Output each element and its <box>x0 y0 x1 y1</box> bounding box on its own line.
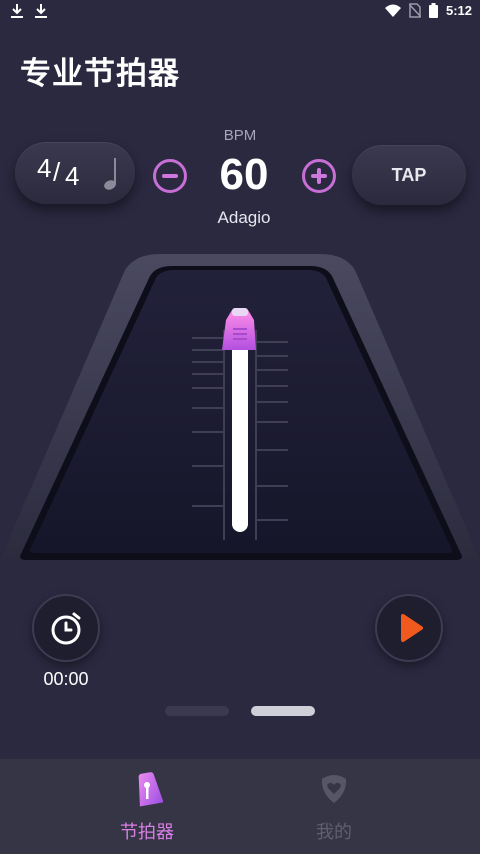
stopwatch-icon <box>51 612 81 645</box>
bottom-nav: 节拍器 我的 <box>0 759 480 854</box>
timer-text: 00:00 <box>43 669 89 689</box>
page-indicator-2[interactable] <box>251 706 315 716</box>
timer-button[interactable] <box>32 594 100 662</box>
bpm-label: BPM <box>223 127 257 144</box>
nav-label-mine: 我的 <box>316 822 352 842</box>
wifi-icon <box>384 4 401 17</box>
play-icon <box>401 614 423 642</box>
nav-item-mine[interactable]: 我的 <box>214 759 454 854</box>
status-time: 5:12 <box>445 3 472 18</box>
download-icon <box>11 4 23 18</box>
battery-icon <box>428 3 438 18</box>
status-bar: 5:12 <box>0 0 480 24</box>
pendulum-rod <box>232 336 248 532</box>
tap-tempo-button[interactable]: TAP <box>352 145 466 205</box>
metronome-icon <box>138 772 163 807</box>
metronome-body <box>0 254 480 560</box>
page-title: 专业节拍器 <box>20 56 180 91</box>
heart-shield-icon <box>321 775 347 803</box>
page-indicator-1[interactable] <box>165 706 229 716</box>
no-sim-icon <box>408 3 421 18</box>
download-icon <box>35 4 47 18</box>
play-button[interactable] <box>375 594 443 662</box>
tempo-name: Adagio <box>217 208 271 227</box>
